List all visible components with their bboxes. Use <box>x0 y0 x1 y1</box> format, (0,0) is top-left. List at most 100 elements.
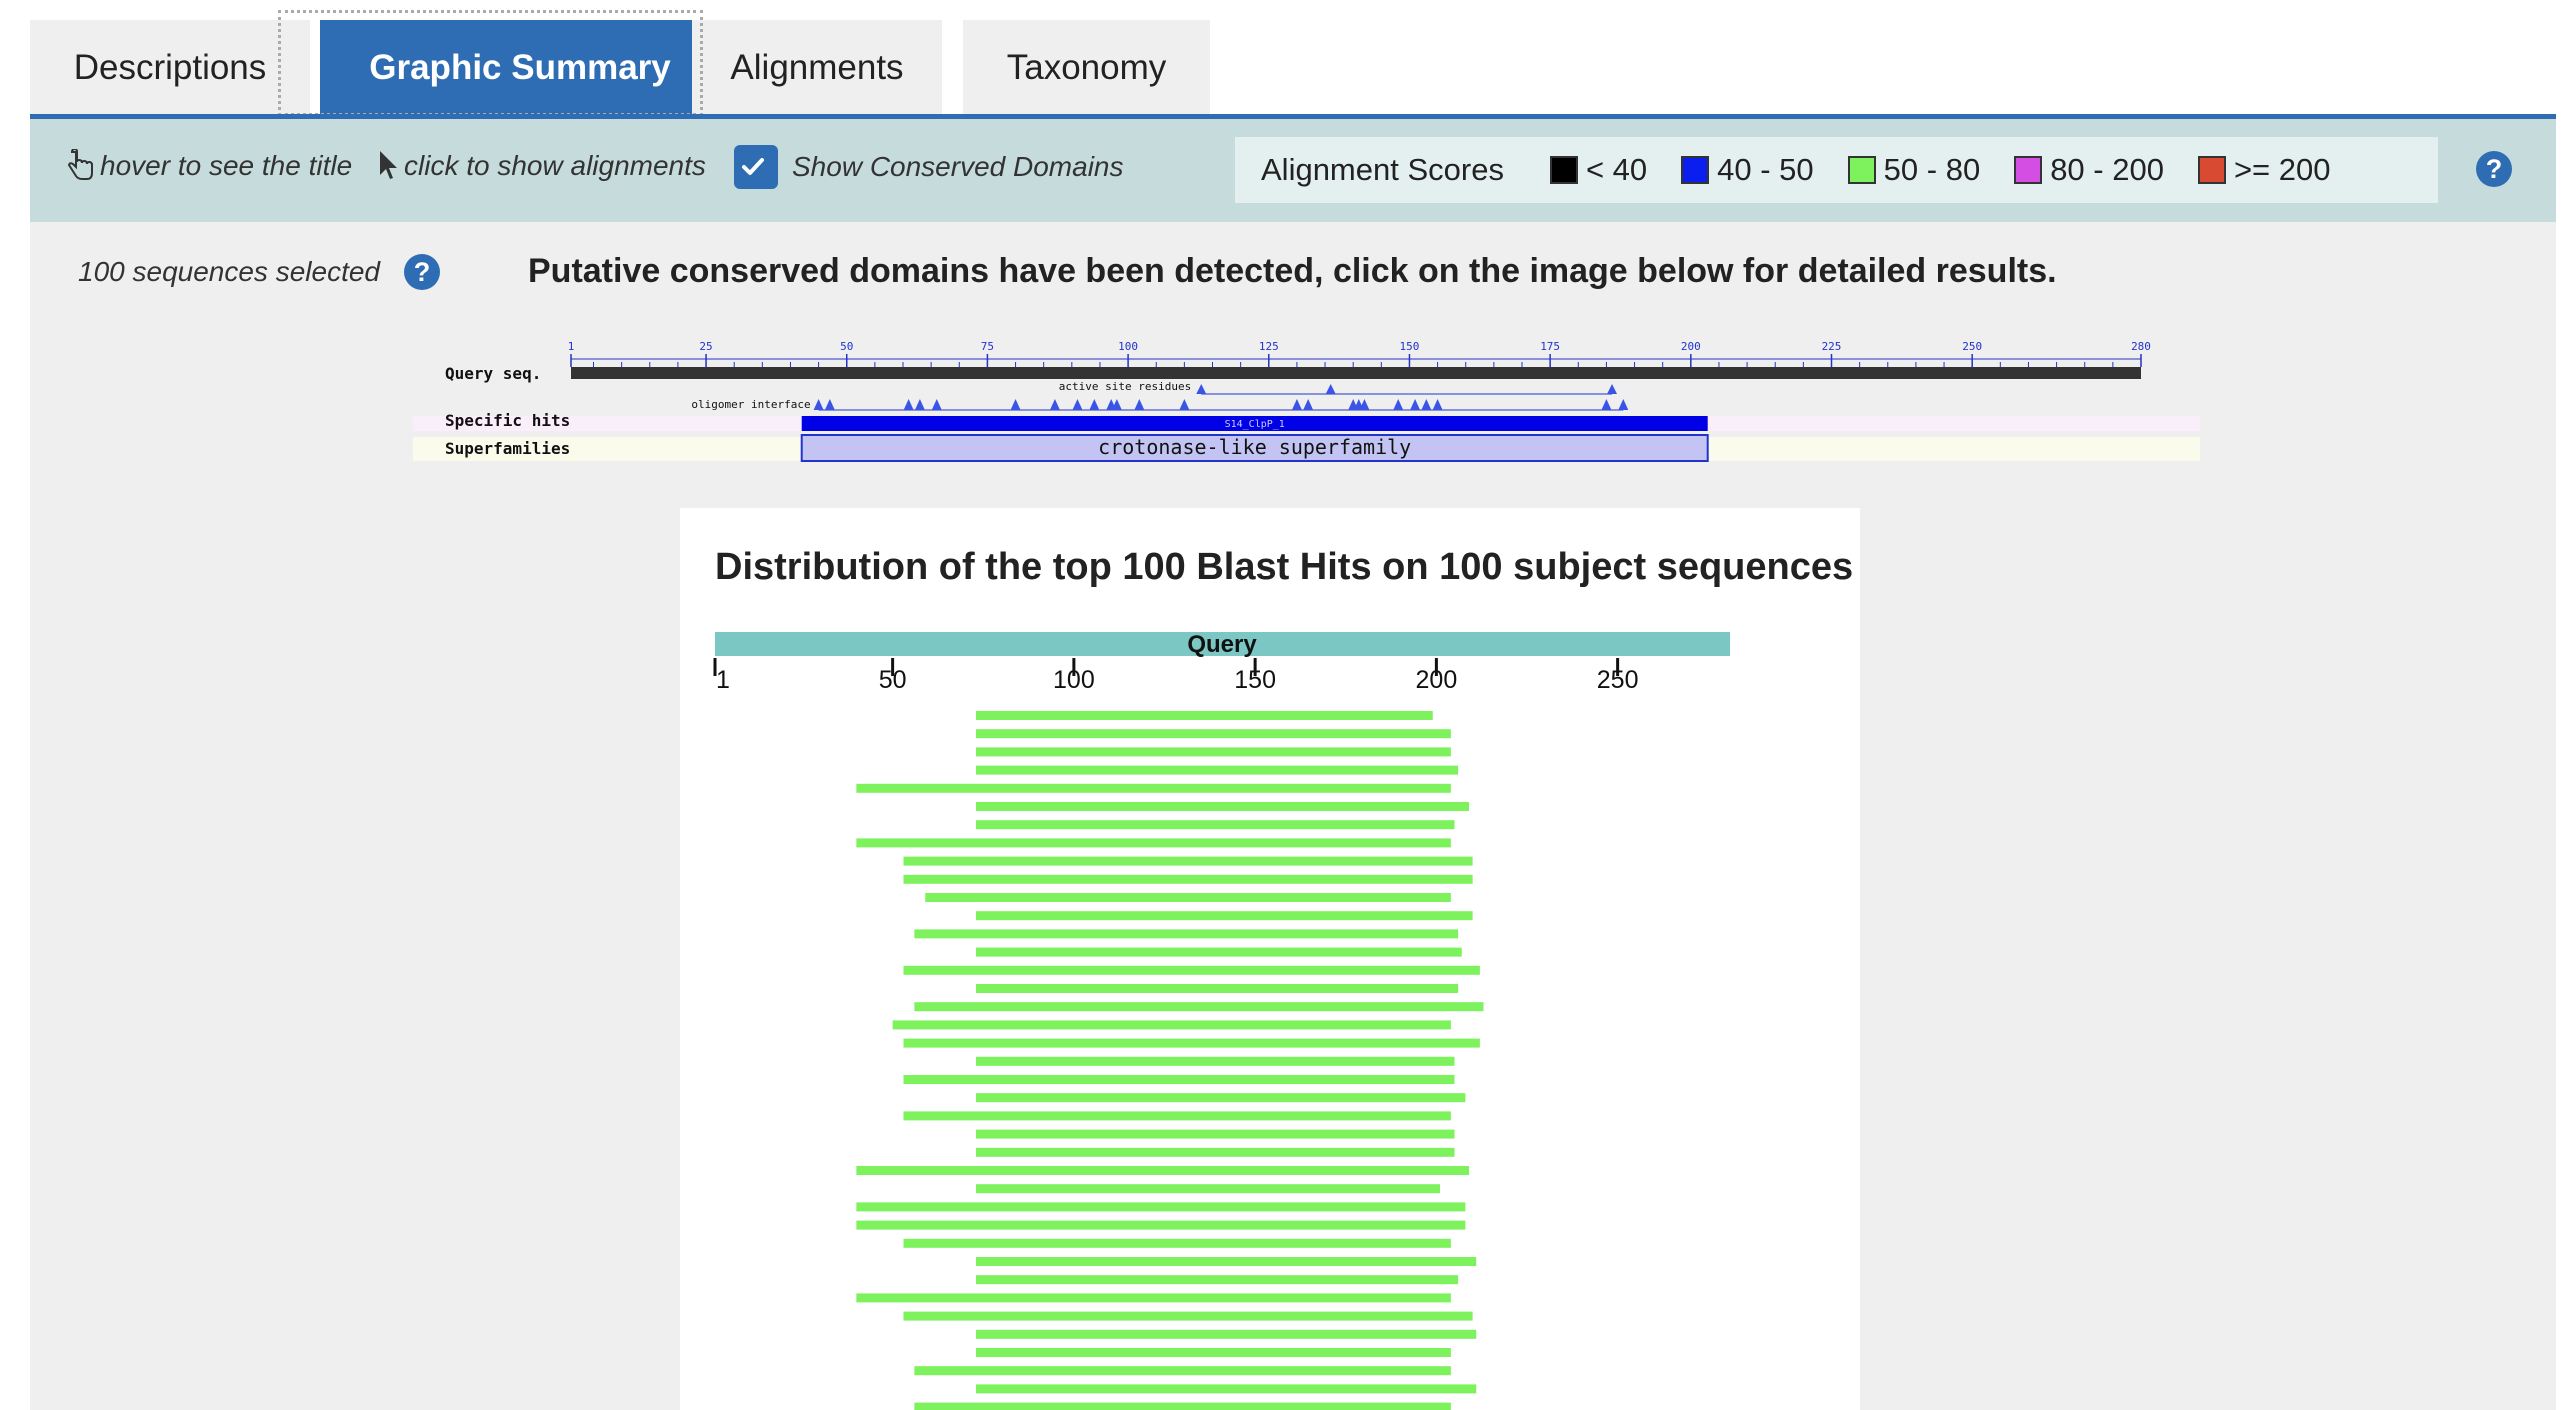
specific-hit-label: S14_ClpP_1 <box>1225 419 1285 430</box>
oligomer-marker <box>903 399 914 410</box>
cdd-tick-label: 1 <box>568 340 575 353</box>
hit-bar[interactable] <box>976 820 1455 830</box>
hits-axis: 1 50 100 150 200 250 <box>713 658 1639 694</box>
query-seq-label: Query seq. <box>445 364 541 383</box>
hit-bar[interactable] <box>856 838 1451 848</box>
hit-bar[interactable] <box>976 1348 1451 1357</box>
hit-bar[interactable] <box>914 1366 1451 1376</box>
legend-item-gte200: >= 200 <box>2197 152 2331 188</box>
scores-title: Alignment Scores <box>1261 152 1504 187</box>
hit-bar[interactable] <box>856 1220 1466 1230</box>
selection-help-icon[interactable]: ? <box>404 254 440 290</box>
oligomer-marker <box>1303 399 1314 410</box>
hit-bar[interactable] <box>976 911 1473 921</box>
hit-bar[interactable] <box>903 874 1473 884</box>
hit-bar[interactable] <box>976 802 1469 811</box>
legend-item-50-80: 50 - 80 <box>1847 152 1981 188</box>
show-cdd-checkbox[interactable] <box>734 145 778 189</box>
cdd-tick-label: 200 <box>1681 340 1701 353</box>
specific-hits-label: Specific hits <box>445 411 570 430</box>
cdd-tick-label: 100 <box>1118 340 1138 353</box>
graphic-summary-content: 100 sequences selected ? Putative conser… <box>30 222 2556 1410</box>
oligomer-marker <box>1134 399 1145 410</box>
hover-hint-text: hover to see the title <box>100 150 353 181</box>
legend-swatch-lt40 <box>1549 156 1578 184</box>
hit-bar[interactable] <box>976 1384 1477 1394</box>
blast-hits-panel: Distribution of the top 100 Blast Hits o… <box>680 508 1860 1410</box>
legend-label-50-80: 50 - 80 <box>1883 152 1981 187</box>
hit-bar[interactable] <box>903 1038 1480 1048</box>
graphic-toolbar: hover to see the title click to show ali… <box>30 119 2556 222</box>
legend-swatch-gte200 <box>2197 156 2226 184</box>
legend-label-40-50: 40 - 50 <box>1717 152 1814 187</box>
tab-descriptions[interactable]: Descriptions <box>30 20 310 116</box>
hit-bar[interactable] <box>976 1129 1455 1139</box>
scores-help-icon[interactable]: ? <box>2476 151 2512 187</box>
legend-label-gte200: >= 200 <box>2233 152 2331 187</box>
blast-hits-chart: Query 1 50 100 150 200 250 <box>713 631 1730 1410</box>
tab-graphic-summary[interactable]: Graphic Summary <box>320 20 720 116</box>
hit-bar[interactable] <box>914 929 1459 939</box>
oligomer-marker <box>1393 399 1404 410</box>
hit-bar[interactable] <box>976 1093 1466 1103</box>
hit-bar[interactable] <box>976 729 1451 739</box>
hit-bar[interactable] <box>976 1147 1455 1157</box>
hit-bar[interactable] <box>914 1002 1484 1012</box>
hit-bar[interactable] <box>976 1257 1477 1266</box>
tab-taxonomy-label: Taxonomy <box>1006 48 1167 87</box>
hit-bar[interactable] <box>976 747 1451 757</box>
oligomer-marker <box>1089 399 1100 410</box>
legend-label-80-200: 80 - 200 <box>2050 152 2164 187</box>
show-cdd-label: Show Conserved Domains <box>792 151 1124 182</box>
cdd-axis: 1 25 50 75 100 125 150 175 200 225 250 280 <box>568 340 2151 367</box>
hit-bars[interactable] <box>856 711 1484 1410</box>
hit-bar[interactable] <box>925 893 1451 902</box>
hit-bar[interactable] <box>914 1402 1451 1410</box>
hit-bar[interactable] <box>976 1056 1455 1066</box>
superfamily-label: crotonase-like superfamily <box>1098 435 1411 459</box>
hit-bar[interactable] <box>903 1111 1451 1121</box>
cdd-message: Putative conserved domains have been det… <box>528 252 2057 290</box>
hit-bar[interactable] <box>976 984 1459 993</box>
tab-taxonomy[interactable]: Taxonomy <box>963 20 1210 116</box>
hits-axis-tick-label: 50 <box>879 666 907 694</box>
cdd-tick-label: 50 <box>840 340 853 353</box>
cdd-tick-label: 150 <box>1400 340 1420 353</box>
hit-bar[interactable] <box>903 1075 1455 1084</box>
hit-bar[interactable] <box>903 965 1480 975</box>
hit-bar[interactable] <box>976 947 1462 957</box>
oligomer-marker <box>1291 399 1302 410</box>
query-seq-bar <box>571 367 2141 379</box>
cdd-tick-label: 280 <box>2131 340 2151 353</box>
superfamilies-label: Superfamilies <box>445 439 570 458</box>
legend-item-80-200: 80 - 200 <box>2014 152 2164 188</box>
query-bar-label: Query <box>1187 631 1257 658</box>
cdd-tick-label: 225 <box>1822 340 1842 353</box>
show-cdd-toggle[interactable]: Show Conserved Domains <box>734 145 1124 189</box>
conserved-domains-graphic[interactable]: Query seq. Specific hits Superfamilies 1… <box>413 332 2203 482</box>
hit-bar[interactable] <box>892 1020 1451 1030</box>
hit-bar[interactable] <box>856 1166 1469 1175</box>
oligomer-marker <box>1072 399 1083 410</box>
hit-bar[interactable] <box>976 1329 1477 1339</box>
click-hint: click to show alignments <box>378 149 706 183</box>
hand-pointer-icon <box>68 149 93 180</box>
hit-bar[interactable] <box>976 765 1459 775</box>
hits-axis-tick-label: 250 <box>1597 666 1639 694</box>
hit-bar[interactable] <box>903 1238 1451 1248</box>
hit-bar[interactable] <box>976 1184 1440 1194</box>
hit-bar[interactable] <box>903 1311 1473 1321</box>
hit-bar[interactable] <box>976 1275 1459 1285</box>
hit-bar[interactable] <box>856 1293 1451 1303</box>
oligomer-marker <box>1010 399 1021 410</box>
tab-alignments[interactable]: Alignments <box>692 20 942 116</box>
click-hint-text: click to show alignments <box>404 150 706 181</box>
hit-bar[interactable] <box>903 856 1473 866</box>
cdd-domain-blocks[interactable]: S14_ClpP_1 crotonase-like superfamily <box>800 416 1709 462</box>
hits-axis-tick-label: 200 <box>1416 666 1458 694</box>
tab-graphic-summary-label: Graphic Summary <box>369 48 671 87</box>
hit-bar[interactable] <box>856 1202 1466 1212</box>
hit-bar[interactable] <box>856 783 1451 793</box>
checkmark-icon <box>742 158 764 175</box>
hit-bar[interactable] <box>976 711 1433 720</box>
